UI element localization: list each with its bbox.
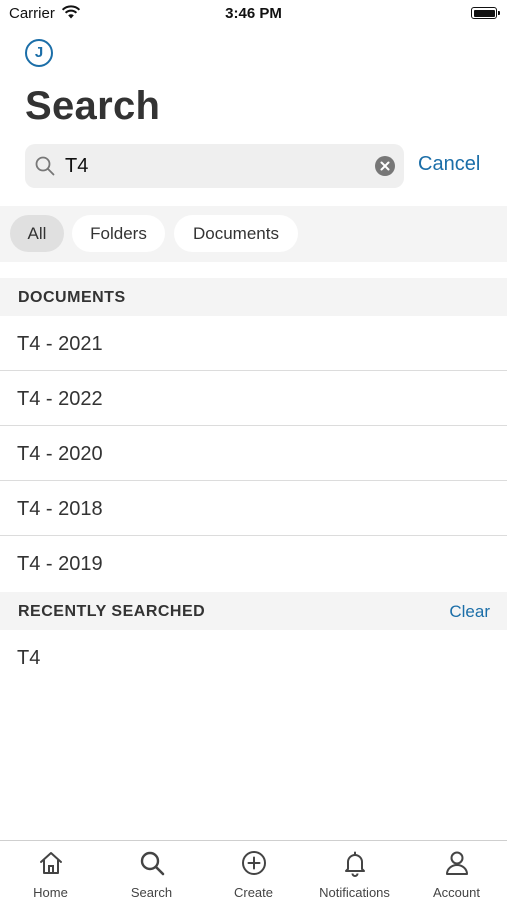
clear-recent-button[interactable]: Clear (449, 602, 490, 622)
search-query-text: T4 (65, 155, 89, 177)
section-label-recent: RECENTLY SEARCHED (18, 603, 206, 620)
status-time: 3:46 PM (225, 5, 282, 22)
filter-chip-all[interactable]: All (10, 215, 64, 252)
clear-search-icon[interactable] (375, 156, 395, 176)
tab-label: Search (130, 885, 173, 900)
tab-label: Notifications (319, 885, 390, 900)
document-title: T4 - 2021 (17, 333, 103, 355)
filter-bar: All Folders Documents (0, 206, 507, 262)
search-icon (140, 851, 164, 876)
battery-icon (471, 7, 500, 19)
document-title: T4 - 2018 (17, 498, 103, 520)
recent-section-header: RECENTLY SEARCHED Clear (0, 592, 507, 630)
tab-label: Account (433, 885, 480, 900)
tab-bar: Home Search Create Notifications Account (0, 840, 507, 900)
filter-chip-folders[interactable]: Folders (72, 215, 165, 252)
filter-chip-documents[interactable]: Documents (174, 215, 298, 252)
cancel-button[interactable]: Cancel (418, 153, 480, 176)
recent-search-item[interactable]: T4 (0, 630, 507, 682)
search-input[interactable]: T4 (25, 144, 404, 188)
recent-search-text: T4 (17, 647, 41, 669)
tab-search[interactable]: Search (101, 841, 202, 901)
search-icon (35, 156, 55, 181)
person-icon (445, 851, 468, 875)
document-title: T4 - 2020 (17, 443, 103, 465)
bell-icon (344, 851, 365, 877)
tab-create[interactable]: Create (203, 841, 304, 901)
avatar[interactable]: J (25, 39, 53, 67)
section-label-documents: DOCUMENTS (18, 289, 126, 306)
document-row[interactable]: T4 - 2018 (0, 481, 507, 536)
tab-home[interactable]: Home (0, 841, 101, 901)
document-row[interactable]: T4 - 2022 (0, 371, 507, 426)
status-bar: Carrier 3:46 PM (0, 0, 507, 28)
tab-account[interactable]: Account (406, 841, 507, 901)
documents-section-header: DOCUMENTS (0, 278, 507, 316)
page-title: Search (25, 84, 161, 128)
tab-label: Create (233, 885, 274, 900)
document-title: T4 - 2019 (17, 553, 103, 575)
plus-circle-icon (241, 851, 266, 875)
document-title: T4 - 2022 (17, 388, 103, 410)
tab-notifications[interactable]: Notifications (304, 841, 405, 901)
tab-label: Home (33, 885, 68, 900)
document-row[interactable]: T4 - 2021 (0, 316, 507, 371)
document-row[interactable]: T4 - 2019 (0, 536, 507, 591)
document-row[interactable]: T4 - 2020 (0, 426, 507, 481)
home-icon (39, 852, 62, 874)
